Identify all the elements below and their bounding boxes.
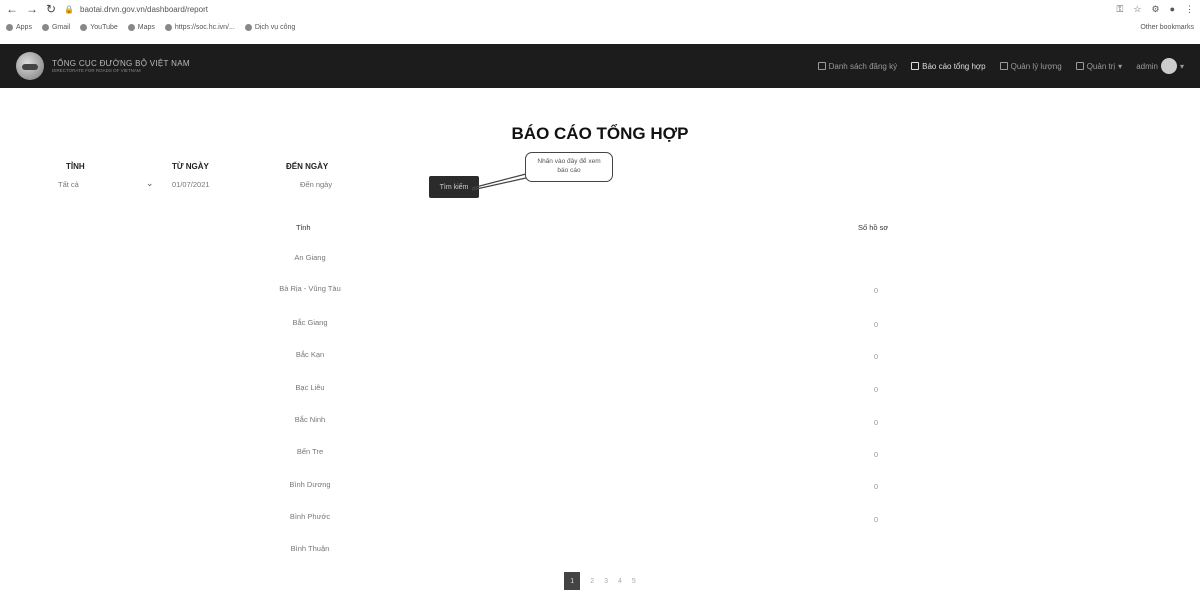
app-navbar: TỔNG CỤC ĐƯỜNG BỘ VIỆT NAM DIRECTORATE F… bbox=[0, 44, 1200, 88]
page-1-button[interactable]: 1 bbox=[564, 572, 581, 590]
from-date-label: TỪ NGÀY bbox=[172, 162, 209, 171]
table-row-count: 0 bbox=[873, 352, 879, 361]
report-icon bbox=[911, 62, 920, 70]
menu-icon[interactable]: ⋮ bbox=[1185, 4, 1194, 15]
caret-down-icon: ▾ bbox=[1118, 61, 1123, 71]
table-row-count: 0 bbox=[873, 515, 879, 524]
forward-icon[interactable]: → bbox=[26, 2, 38, 16]
table-row-province: Bắc Kạn bbox=[295, 350, 325, 359]
chevron-down-icon[interactable]: ⌄ bbox=[146, 178, 154, 189]
user-icon bbox=[817, 62, 826, 70]
page-4-button[interactable]: 4 bbox=[618, 578, 622, 585]
page-5-button[interactable]: 5 bbox=[632, 578, 636, 585]
star-icon[interactable]: ☆ bbox=[1133, 4, 1141, 15]
avatar bbox=[1160, 58, 1177, 74]
table-row-province: An Giang bbox=[294, 253, 326, 262]
table-row-province: Bắc Giang bbox=[292, 318, 328, 327]
bookmark-gmail[interactable]: Gmail bbox=[41, 23, 70, 31]
youtube-icon bbox=[80, 23, 88, 31]
menu-item-management[interactable]: Quản lý lượng bbox=[999, 62, 1062, 71]
brand-title: TỔNG CỤC ĐƯỜNG BỘ VIỆT NAM bbox=[52, 59, 190, 68]
lock-icon: 🔒 bbox=[64, 4, 75, 14]
bookmark-youtube[interactable]: YouTube bbox=[80, 23, 118, 31]
table-row-count: 0 bbox=[873, 418, 879, 427]
from-date-input[interactable]: 01/07/2021 bbox=[172, 180, 210, 189]
caret-down-icon: ▾ bbox=[1179, 61, 1184, 71]
table-row-province: Bắc Ninh bbox=[294, 415, 326, 424]
apps-icon bbox=[6, 23, 13, 31]
site-icon bbox=[164, 23, 172, 31]
admin-icon bbox=[1075, 62, 1084, 70]
table-row-count: 0 bbox=[873, 320, 879, 329]
logo-icon bbox=[16, 52, 44, 80]
table-row-province: Bình Dương bbox=[289, 480, 331, 489]
table-row-province: Bình Thuận bbox=[290, 544, 330, 553]
table-row-province: Bạc Liêu bbox=[295, 383, 325, 392]
extension-icon[interactable]: ⚙ bbox=[1151, 4, 1159, 15]
column-header-province: Tỉnh bbox=[296, 223, 311, 232]
profile-icon[interactable]: ● bbox=[1170, 4, 1175, 15]
province-label: TỈNH bbox=[66, 162, 85, 171]
bookmark-dichvucong[interactable]: Dịch vụ công bbox=[244, 23, 295, 31]
other-bookmarks[interactable]: Other bookmarks bbox=[1140, 24, 1194, 31]
help-tooltip: Nhấn vào đây để xem báo cáo bbox=[525, 152, 613, 182]
table-row-province: Bà Rịa - Vũng Tàu bbox=[279, 284, 341, 293]
main-menu: Danh sách đăng ký Báo cáo tổng hợp Quản … bbox=[817, 58, 1184, 74]
site-icon bbox=[244, 23, 252, 31]
to-date-input[interactable]: Đến ngày bbox=[300, 180, 332, 189]
table-row-count: 0 bbox=[873, 482, 879, 491]
bookmark-site[interactable]: https://soc.hc.ivn/... bbox=[164, 23, 235, 31]
browser-toolbar: ← → ↻ 🔒 baotai.drvn.gov.vn/dashboard/rep… bbox=[0, 0, 1200, 18]
page-title: BÁO CÁO TỔNG HỢP bbox=[511, 124, 689, 143]
bookmark-maps[interactable]: Maps bbox=[127, 23, 155, 31]
table-row-province: Bình Phước bbox=[289, 512, 331, 521]
bookmarks-bar: Apps Gmail YouTube Maps https://soc.hc.i… bbox=[0, 19, 1200, 35]
maps-icon bbox=[127, 23, 135, 31]
user-menu[interactable]: admin ▾ bbox=[1136, 58, 1184, 74]
address-bar[interactable]: baotai.drvn.gov.vn/dashboard/report bbox=[80, 5, 208, 14]
key-icon[interactable]: ⚿ bbox=[1117, 4, 1124, 15]
column-header-count: Số hồ sơ bbox=[858, 223, 889, 232]
page-2-button[interactable]: 2 bbox=[590, 578, 594, 585]
table-row-count: 0 bbox=[873, 385, 879, 394]
brand-subtitle: DIRECTORATE FOR ROADS OF VIETNAM bbox=[52, 68, 141, 73]
menu-item-registrations[interactable]: Danh sách đăng ký bbox=[817, 62, 897, 71]
reload-icon[interactable]: ↻ bbox=[46, 2, 56, 16]
bookmark-apps[interactable]: Apps bbox=[6, 23, 32, 31]
list-icon bbox=[999, 62, 1008, 70]
table-row-count: 0 bbox=[873, 450, 879, 459]
gmail-icon bbox=[41, 23, 49, 31]
province-select[interactable]: Tất cả bbox=[58, 180, 79, 189]
callout-leader bbox=[471, 173, 527, 191]
to-date-label: ĐẾN NGÀY bbox=[286, 162, 329, 171]
menu-item-report[interactable]: Báo cáo tổng hợp bbox=[911, 62, 986, 71]
menu-item-admin[interactable]: Quản trị ▾ bbox=[1075, 61, 1123, 71]
table-row-province: Bến Tre bbox=[296, 447, 324, 456]
back-icon[interactable]: ← bbox=[6, 2, 18, 16]
page-3-button[interactable]: 3 bbox=[604, 578, 608, 585]
brand[interactable]: TỔNG CỤC ĐƯỜNG BỘ VIỆT NAM DIRECTORATE F… bbox=[52, 59, 190, 73]
pagination: 1 2 3 4 5 bbox=[0, 572, 1200, 590]
table-row-count: 0 bbox=[873, 286, 879, 295]
